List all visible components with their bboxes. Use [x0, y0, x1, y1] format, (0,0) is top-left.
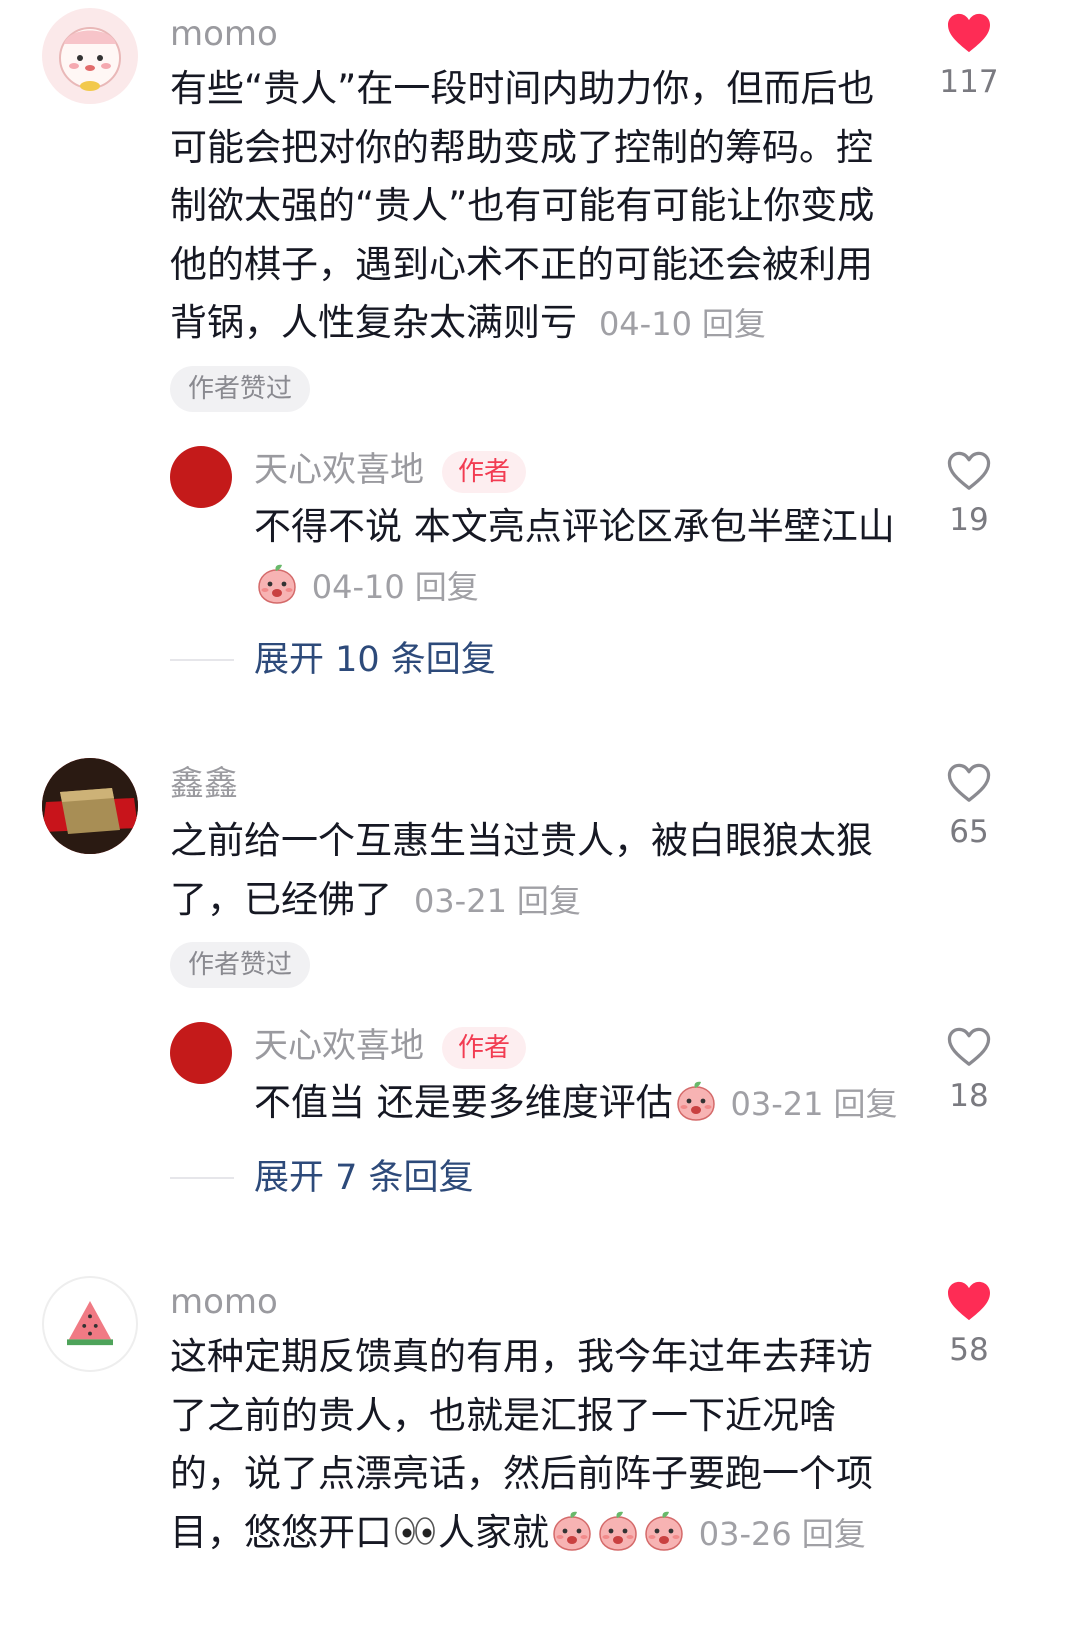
avatar[interactable]: [42, 1276, 138, 1372]
reply-text: 不得不说 本文亮点评论区承包半壁江山 04-10 回复: [254, 498, 904, 616]
comment-date: 03-26: [698, 1514, 792, 1553]
avatar[interactable]: [42, 8, 138, 104]
reply-body: 不值当 还是要多维度评估: [254, 1081, 673, 1124]
comment-username[interactable]: momo: [170, 1282, 278, 1322]
like-button[interactable]: 58: [924, 1280, 1014, 1368]
like-count: 65: [949, 814, 989, 850]
divider: [170, 659, 234, 661]
avatar[interactable]: [170, 446, 232, 508]
eyes-emoji-icon: [393, 1509, 437, 1553]
reply-text: 不值当 还是要多维度评估 03-21 回复: [254, 1074, 914, 1134]
reply-button[interactable]: 回复: [517, 882, 581, 920]
heart-outline-icon: [946, 450, 992, 492]
heart-outline-icon: [946, 1026, 992, 1068]
like-button[interactable]: 19: [924, 450, 1014, 538]
author-tag: 作者: [442, 450, 527, 493]
divider: [170, 1177, 234, 1179]
like-button[interactable]: 18: [924, 1026, 1014, 1114]
reply-date: 04-10: [311, 567, 405, 606]
author-liked-badge: 作者赞过: [170, 366, 311, 412]
expand-replies-button[interactable]: 展开 10 条回复: [254, 638, 496, 682]
comment-text: 之前给一个互惠生当过贵人，被白眼狼太狠了，已经佛了 03-21 回复: [170, 812, 880, 930]
peach-emoji-icon: [596, 1509, 640, 1553]
heart-outline-icon: [946, 762, 992, 804]
comment-username[interactable]: 鑫鑫: [170, 764, 238, 804]
comment-date: 03-21: [413, 881, 507, 920]
peach-emoji-icon: [550, 1509, 594, 1553]
comment-text: 有些“贵人”在一段时间内助力你，但而后也可能会把对你的帮助变成了控制的筹码。控制…: [170, 60, 900, 354]
author-tag: 作者: [442, 1026, 527, 1069]
author-liked-badge: 作者赞过: [170, 942, 311, 988]
reply-body: 不得不说 本文亮点评论区承包半壁江山: [254, 505, 895, 548]
reply-button[interactable]: 回复: [415, 568, 479, 606]
comment-date: 04-10: [598, 305, 692, 343]
watermelon-avatar-icon: [67, 1301, 113, 1346]
like-count: 18: [949, 1078, 989, 1114]
cute-character-avatar-icon: [59, 27, 121, 91]
like-count: 117: [939, 64, 999, 100]
comment-body-tail: 人家就: [438, 1510, 549, 1554]
like-count: 19: [949, 502, 989, 538]
reply-username-text: 天心欢喜地: [254, 1026, 424, 1066]
reply-button[interactable]: 回复: [834, 1085, 898, 1123]
peach-emoji-icon: [255, 562, 299, 606]
expand-replies-button[interactable]: 展开 7 条回复: [254, 1156, 474, 1200]
reply-date: 03-21: [730, 1085, 824, 1123]
reply-username[interactable]: 天心欢喜地 作者: [254, 450, 527, 493]
avatar[interactable]: [42, 758, 138, 854]
comment-body: 有些“贵人”在一段时间内助力你，但而后也可能会把对你的帮助变成了控制的筹码。控制…: [170, 67, 875, 344]
heart-filled-icon: [946, 12, 992, 54]
like-button[interactable]: 117: [924, 12, 1014, 100]
reply-username[interactable]: 天心欢喜地 作者: [254, 1026, 527, 1069]
reply-button[interactable]: 回复: [802, 1515, 866, 1553]
comment-text: 这种定期反馈真的有用，我今年过年去拜访了之前的贵人，也就是汇报了一下近况啥的，说…: [170, 1328, 900, 1563]
reply-username-text: 天心欢喜地: [254, 450, 424, 490]
like-count: 58: [949, 1332, 989, 1368]
avatar[interactable]: [170, 1022, 232, 1084]
heart-filled-icon: [946, 1280, 992, 1322]
reply-button[interactable]: 回复: [702, 305, 766, 343]
like-button[interactable]: 65: [924, 762, 1014, 850]
comment-username[interactable]: momo: [170, 14, 278, 54]
peach-emoji-icon: [674, 1079, 718, 1123]
gold-bar-avatar-icon: [42, 758, 138, 854]
peach-emoji-icon: [642, 1509, 686, 1553]
